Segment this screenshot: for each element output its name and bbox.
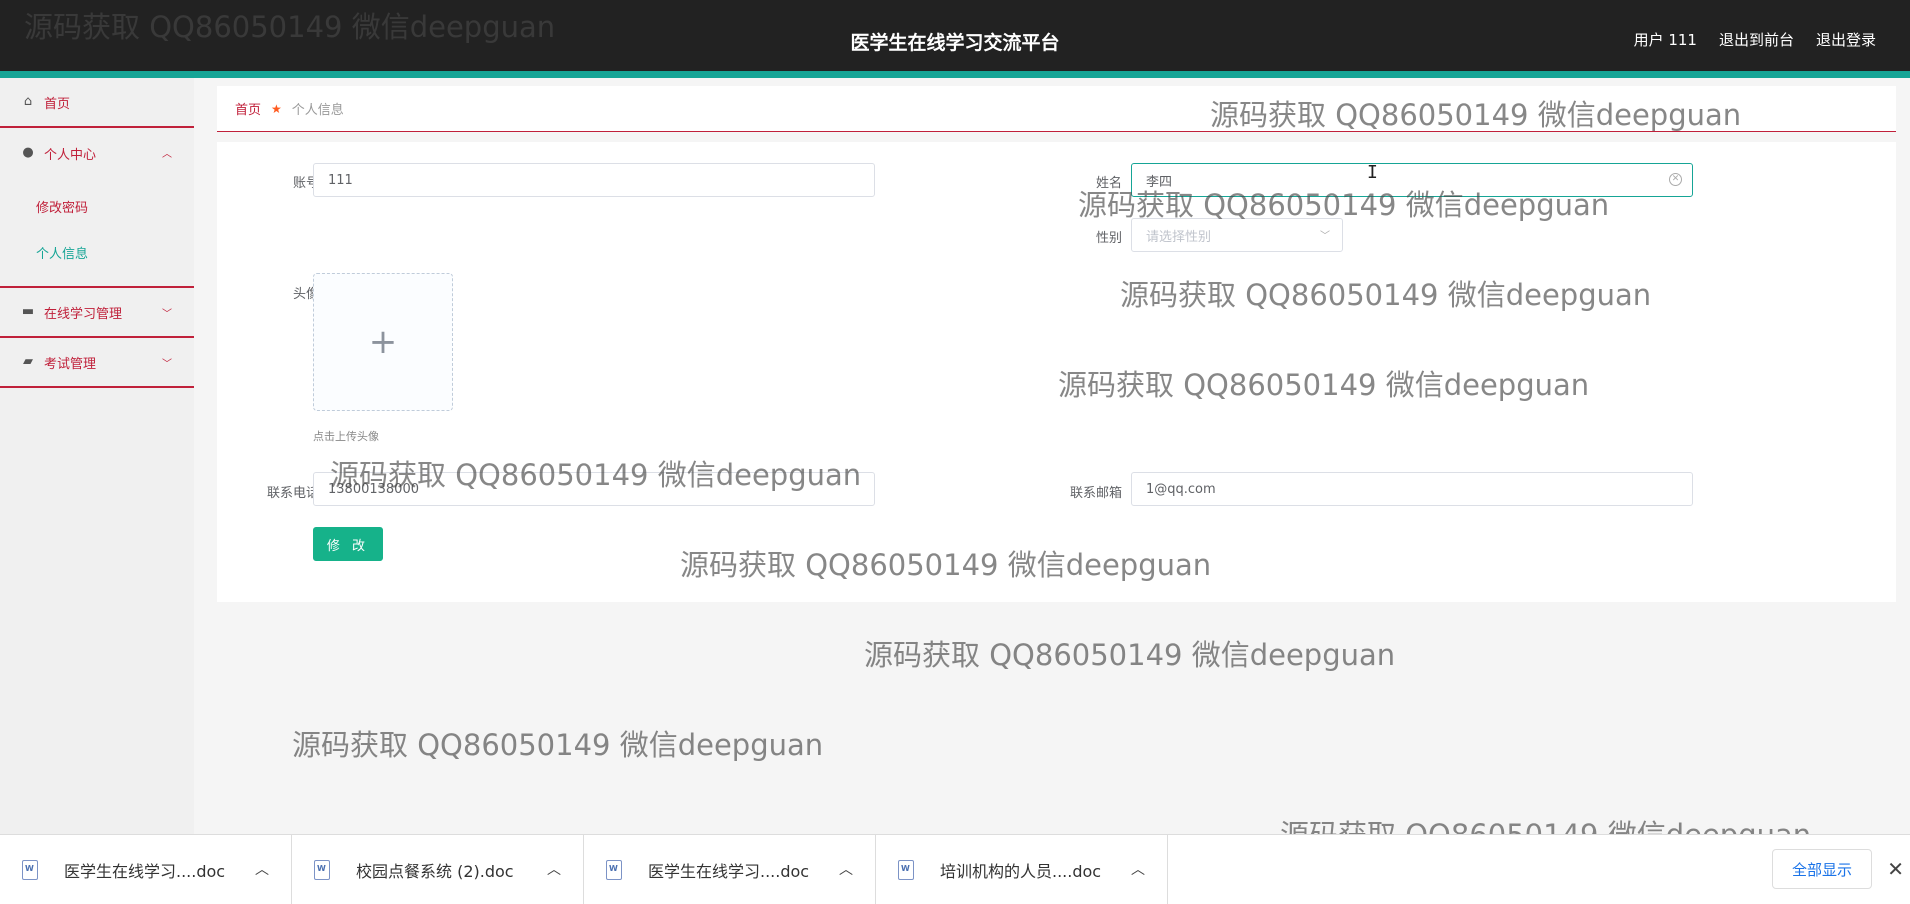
- submit-button[interactable]: 修 改: [313, 527, 383, 561]
- sidebar-item-home[interactable]: ⌂ 首页: [0, 78, 194, 128]
- email-value: 1@qq.com: [1146, 481, 1216, 497]
- chevron-up-icon: ︿: [162, 149, 172, 160]
- email-input[interactable]: 1@qq.com: [1131, 472, 1693, 506]
- word-file-icon: [22, 859, 38, 880]
- email-label: 联系邮箱: [1069, 486, 1122, 501]
- word-file-icon: [314, 859, 330, 880]
- name-value: 李四: [1146, 174, 1173, 190]
- download-filename: 校园点餐系统 (2).doc: [356, 861, 514, 881]
- plus-icon: +: [368, 322, 398, 362]
- chevron-up-icon[interactable]: ︿: [1131, 859, 1145, 879]
- downloads-bar: 医学生在线学习....doc ︿ 校园点餐系统 (2).doc ︿ 医学生在线学…: [0, 834, 1910, 904]
- sidebar-item-personal-info[interactable]: 个人信息: [0, 232, 194, 278]
- chevron-down-icon: ﹀: [162, 359, 172, 370]
- user-label: 用户 111: [1633, 31, 1697, 49]
- site-title: 医学生在线学习交流平台: [850, 32, 1060, 54]
- sidebar-item-change-password[interactable]: 修改密码: [0, 186, 194, 232]
- breadcrumb-current: 个人信息: [291, 103, 344, 118]
- back-to-front-link[interactable]: 退出到前台: [1719, 29, 1794, 50]
- sidebar-item-online-learning[interactable]: ▬ 在线学习管理 ﹀: [0, 288, 194, 338]
- sidebar-item-exam[interactable]: ▰ 考试管理 ﹀: [0, 338, 194, 388]
- breadcrumb-home[interactable]: 首页: [235, 99, 261, 118]
- chevron-up-icon[interactable]: ︿: [255, 859, 269, 879]
- download-filename: 培训机构的人员....doc: [940, 861, 1102, 881]
- logout-link[interactable]: 退出登录: [1816, 29, 1876, 50]
- ticket-icon: ▬: [21, 304, 35, 319]
- word-file-icon: [898, 859, 914, 880]
- close-icon[interactable]: ✕: [1887, 857, 1904, 881]
- phone-label: 联系电话: [266, 486, 319, 501]
- breadcrumb: 首页 ★ 个人信息: [217, 86, 1896, 132]
- sidebar-item-personal-center[interactable]: ● 个人中心 ︿: [0, 128, 194, 178]
- watermark: 源码获取 QQ86050149 微信deepguan: [864, 638, 1396, 672]
- download-item[interactable]: 校园点餐系统 (2).doc ︿: [292, 834, 584, 904]
- download-item[interactable]: 培训机构的人员....doc ︿: [876, 834, 1168, 904]
- home-icon: ⌂: [23, 94, 33, 109]
- download-item[interactable]: 医学生在线学习....doc ︿: [584, 834, 876, 904]
- chevron-up-icon[interactable]: ︿: [547, 859, 561, 879]
- user-icon: ●: [22, 145, 34, 160]
- sidebar-item-label: 个人中心: [44, 147, 97, 163]
- download-filename: 医学生在线学习....doc: [648, 861, 810, 881]
- account-label: 账号: [292, 176, 319, 191]
- phone-value: 13800138000: [328, 481, 419, 497]
- name-label: 姓名: [1095, 176, 1122, 191]
- sidebar-item-label: 首页: [44, 96, 71, 112]
- sidebar-item-label: 在线学习管理: [44, 306, 123, 322]
- account-value: 111: [328, 172, 353, 188]
- sidebar: ⌂ 首页 ● 个人中心 ︿ 修改密码 个人信息 ▬ 在线学习管理 ﹀ ▰ 考试管…: [0, 78, 194, 834]
- account-input[interactable]: 111: [313, 163, 875, 197]
- personal-center-submenu: 修改密码 个人信息: [0, 178, 194, 288]
- profile-form: 账号 111 姓名 李四 ✕ I 性别 请选择性别 ﹀ 头像 + 点击上传头像 …: [217, 142, 1896, 602]
- download-filename: 医学生在线学习....doc: [64, 861, 226, 881]
- download-item[interactable]: 医学生在线学习....doc ︿: [0, 834, 292, 904]
- clear-icon[interactable]: ✕: [1669, 173, 1682, 186]
- name-input[interactable]: 李四 ✕: [1131, 163, 1693, 197]
- avatar-upload[interactable]: +: [313, 273, 453, 411]
- phone-input[interactable]: 13800138000: [313, 472, 875, 506]
- gender-select[interactable]: 请选择性别 ﹀: [1131, 218, 1343, 252]
- briefcase-icon: ▰: [23, 354, 33, 369]
- top-header: 医学生在线学习交流平台 用户 111 退出到前台 退出登录: [0, 0, 1910, 78]
- avatar-label: 头像: [292, 287, 319, 302]
- sidebar-item-label: 考试管理: [44, 356, 97, 372]
- upload-tip: 点击上传头像: [313, 430, 379, 443]
- chevron-down-icon: ﹀: [162, 309, 172, 320]
- chevron-up-icon[interactable]: ︿: [839, 859, 853, 879]
- watermark: 源码获取 QQ86050149 微信deepguan: [292, 728, 824, 762]
- text-cursor-icon: I: [1367, 162, 1378, 183]
- word-file-icon: [606, 859, 622, 880]
- star-icon: ★: [271, 101, 282, 116]
- chevron-down-icon: ﹀: [1320, 231, 1330, 242]
- gender-placeholder: 请选择性别: [1146, 229, 1212, 245]
- gender-label: 性别: [1095, 231, 1122, 246]
- header-actions: 用户 111 退出到前台 退出登录: [1634, 29, 1876, 50]
- show-all-button[interactable]: 全部显示: [1772, 849, 1872, 889]
